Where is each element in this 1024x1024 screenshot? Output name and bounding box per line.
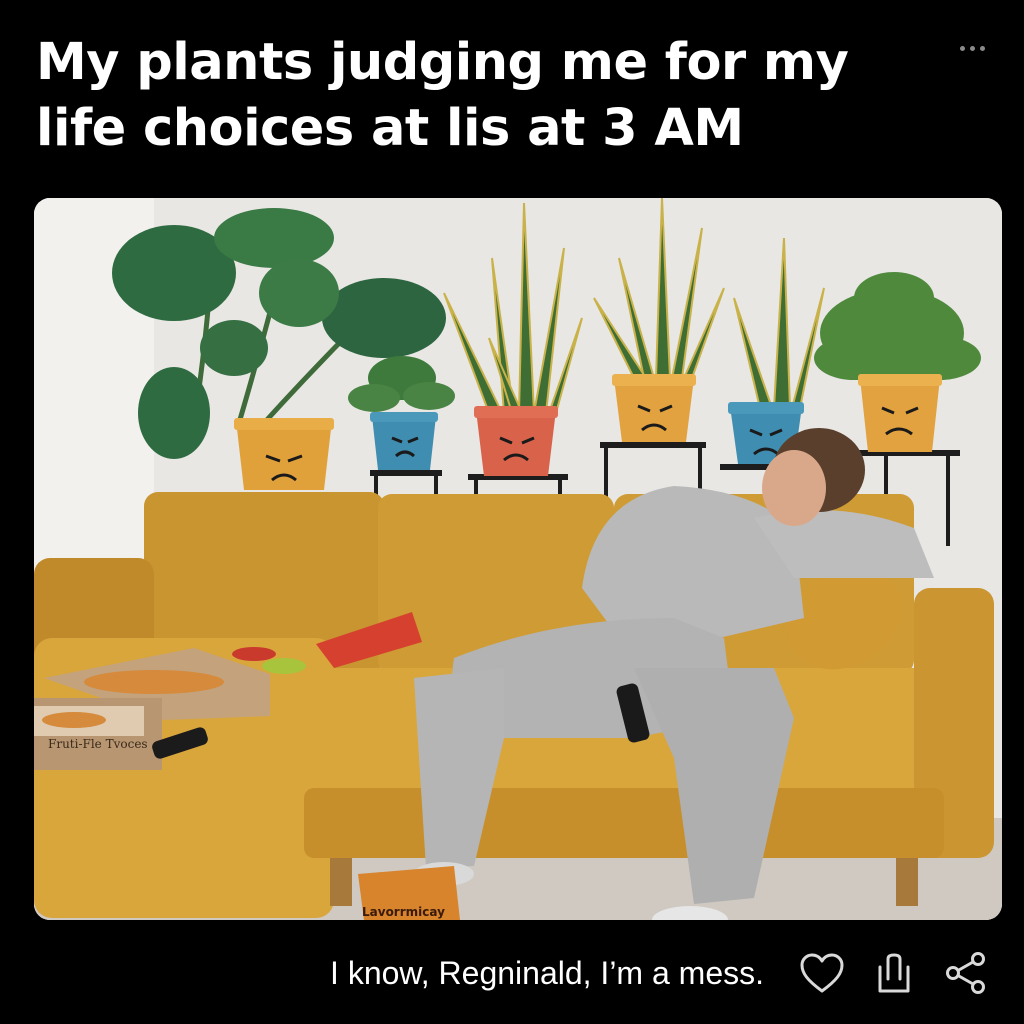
post-caption: I know, Regninald, I’m a mess. (330, 955, 764, 991)
floor-chip-bag-label: Lavorrmicay (362, 905, 445, 919)
upload-icon (878, 953, 910, 993)
heart-icon (800, 953, 844, 993)
pot-yellow-right (858, 374, 942, 452)
more-dot (979, 45, 985, 51)
save-button[interactable] (868, 947, 920, 999)
more-options-button[interactable] (950, 36, 994, 60)
post-actions (796, 946, 996, 1000)
share-button[interactable] (940, 947, 992, 999)
pot-yellow-large (234, 418, 334, 490)
pizza-box-label: Fruti-Fle Tvoces (48, 737, 148, 751)
more-horizontal-icon (959, 45, 965, 51)
more-dot (969, 45, 975, 51)
pot-blue-small (370, 412, 438, 470)
post-title: My plants judging me for my life choices… (36, 33, 849, 158)
pot-red (474, 406, 558, 476)
meme-image: Fruti-Fle Tvoces Lavorrmicay (34, 198, 1002, 920)
like-button[interactable] (796, 947, 848, 999)
pot-orange (612, 374, 696, 442)
share-icon (946, 952, 985, 994)
